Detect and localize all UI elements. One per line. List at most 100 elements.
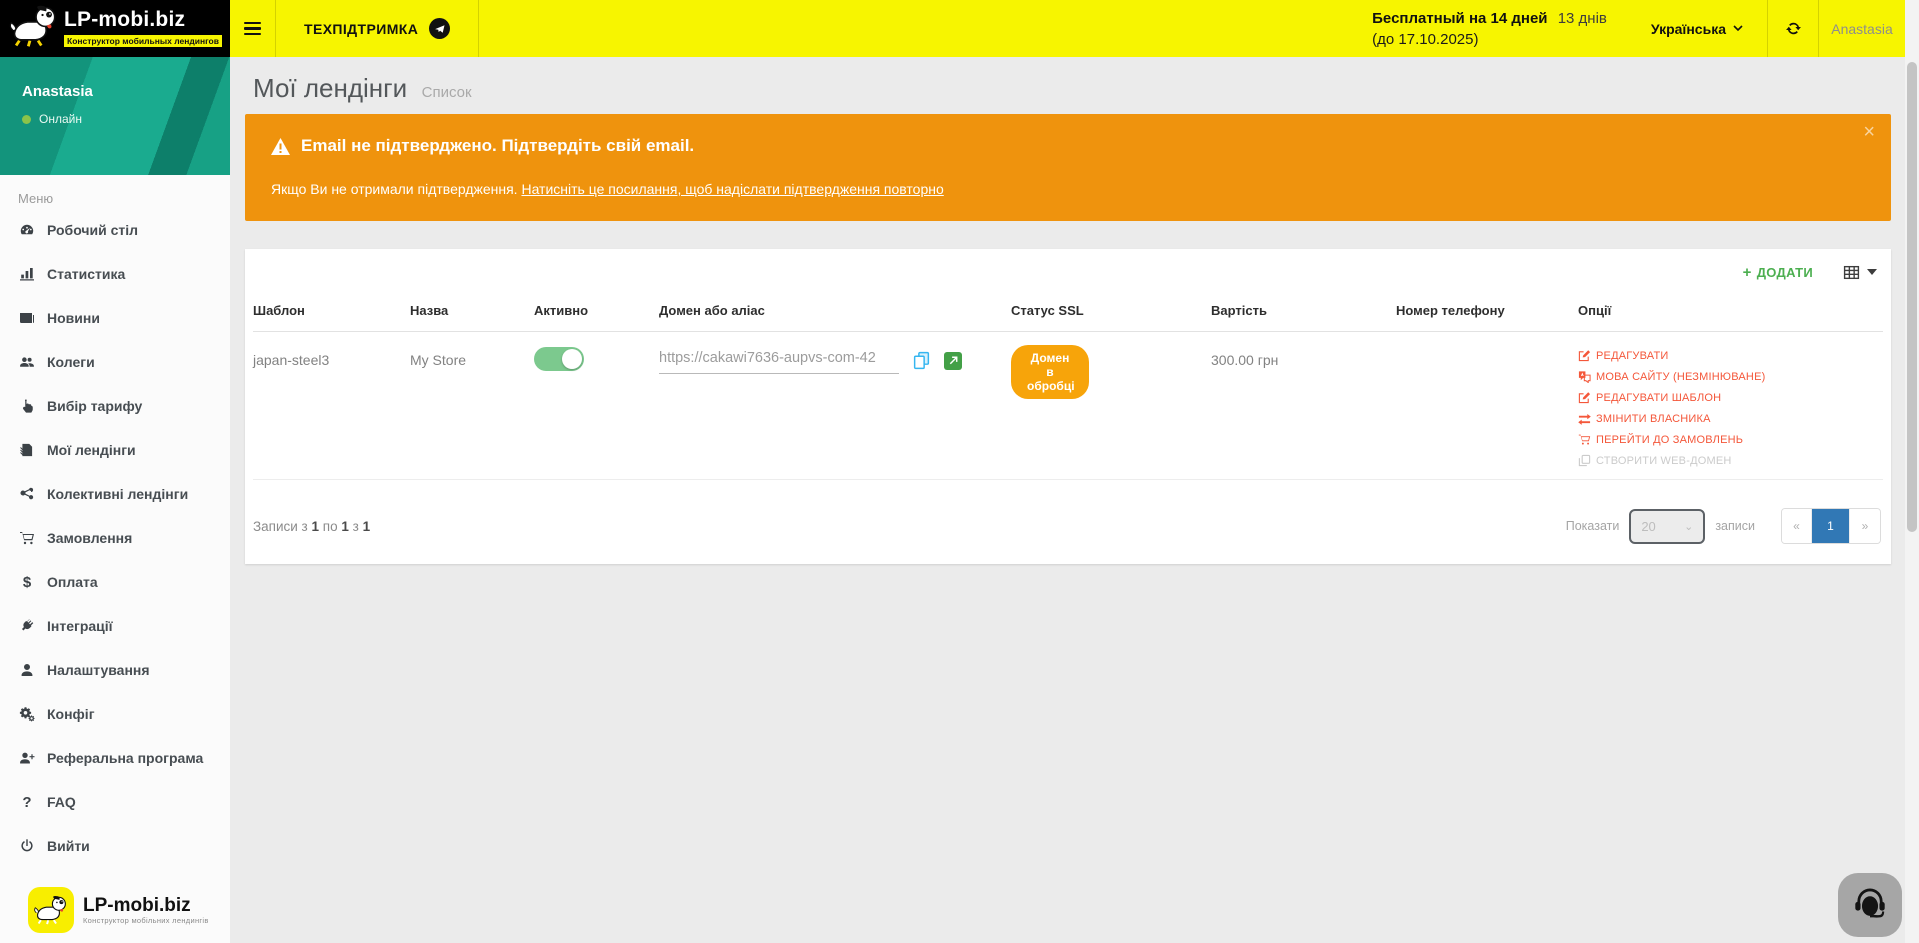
gears-icon xyxy=(18,706,36,722)
option-edit[interactable]: РЕДАГУВАТИ xyxy=(1578,349,1883,362)
column-header[interactable]: Вартість xyxy=(1211,303,1396,318)
sidebar-item-config[interactable]: Конфіг xyxy=(0,692,230,736)
pagination-page-1-button[interactable]: 1 xyxy=(1812,509,1850,543)
active-toggle[interactable] xyxy=(534,347,584,371)
sidebar-footer-logo[interactable]: LP-mobi.biz Конструктор мобільних лендин… xyxy=(28,887,209,933)
columns-dropdown-button[interactable] xyxy=(1843,264,1877,281)
sidebar-item-orders[interactable]: Замовлення xyxy=(0,516,230,560)
support-button[interactable]: ТЕХПІДТРИМКА xyxy=(276,0,479,57)
telegram-icon xyxy=(429,18,450,39)
user-icon xyxy=(18,662,36,678)
sidebar-item-payment[interactable]: $ Оплата xyxy=(0,560,230,604)
grid-icon xyxy=(1843,264,1860,281)
sidebar-item-my-landings[interactable]: Мої лендінги xyxy=(0,428,230,472)
dog-logo-icon xyxy=(28,887,74,933)
sidebar-item-label: Колективні лендінги xyxy=(47,486,188,502)
sidebar-item-integrations[interactable]: Інтеграції xyxy=(0,604,230,648)
sidebar-item-label: Статистика xyxy=(47,266,125,282)
open-external-link-icon[interactable] xyxy=(944,352,962,370)
option-site-language[interactable]: МОВА САЙТУ (НЕЗМІНЮВАНЕ) xyxy=(1578,370,1883,383)
topbar-username[interactable]: Anastasia xyxy=(1819,0,1905,57)
language-icon xyxy=(1578,370,1591,383)
app-logo[interactable]: LP-mobi.biz Конструктор мобильных лендин… xyxy=(0,0,230,57)
column-header[interactable]: Статус SSL xyxy=(1011,303,1211,318)
sidebar-item-faq[interactable]: ? FAQ xyxy=(0,780,230,824)
copy-icon[interactable] xyxy=(912,351,931,370)
trial-days-left: 13 днів xyxy=(1558,10,1607,27)
profile-block: Anastasia Онлайн xyxy=(0,57,230,175)
column-header[interactable]: Активно xyxy=(534,303,659,318)
sidebar-item-label: Вийти xyxy=(47,838,90,854)
chevron-down-icon xyxy=(1867,269,1877,275)
sidebar-item-news[interactable]: Новини xyxy=(0,296,230,340)
warning-icon xyxy=(271,138,290,155)
topbar: LP-mobi.biz Конструктор мобильных лендин… xyxy=(0,0,1905,57)
hamburger-icon xyxy=(244,19,261,39)
sidebar-item-logout[interactable]: Вийти xyxy=(0,824,230,868)
sidebar-item-referral[interactable]: Реферальна програма xyxy=(0,736,230,780)
sidebar-item-label: Оплата xyxy=(47,574,98,590)
cart-icon xyxy=(18,530,36,546)
sidebar-item-tariff[interactable]: Вибір тарифу xyxy=(0,384,230,428)
resend-confirmation-link[interactable]: Натисніть це посилання, щоб надіслати пі… xyxy=(521,181,943,197)
sidebar-item-label: Колеги xyxy=(47,354,95,370)
support-chat-button[interactable] xyxy=(1838,873,1902,937)
language-label: Українська xyxy=(1651,21,1726,37)
column-header[interactable]: Назва xyxy=(410,303,534,318)
online-status-dot xyxy=(22,115,31,124)
refresh-button[interactable] xyxy=(1768,0,1818,57)
page-head: Мої лендінги Список xyxy=(230,57,1905,104)
close-icon[interactable]: × xyxy=(1863,122,1875,142)
option-edit-template[interactable]: РЕДАГУВАТИ ШАБЛОН xyxy=(1578,391,1883,404)
footer-logo-subtitle: Конструктор мобільних лендингів xyxy=(83,916,209,925)
profile-name: Anastasia xyxy=(22,83,230,100)
sidebar-item-label: Новини xyxy=(47,310,100,326)
column-header[interactable]: Опції xyxy=(1578,303,1883,318)
landing-icon xyxy=(18,442,36,458)
cell-domain xyxy=(659,345,1011,374)
logo-title: LP-mobi.biz xyxy=(64,9,222,31)
cell-template: japan-steel3 xyxy=(253,345,410,368)
hamburger-menu-button[interactable] xyxy=(230,0,276,57)
cell-price: 300.00 грн xyxy=(1211,345,1396,368)
page-size-value: 20 xyxy=(1641,519,1655,534)
sidebar-item-label: Налаштування xyxy=(47,662,150,678)
sidebar-item-dashboard[interactable]: Робочий стіл xyxy=(0,208,230,252)
language-selector[interactable]: Українська xyxy=(1627,0,1767,57)
sidebar-item-colleagues[interactable]: Колеги xyxy=(0,340,230,384)
rows-label: записи xyxy=(1715,519,1755,533)
sidebar-item-statistics[interactable]: Статистика xyxy=(0,252,230,296)
dashboard-icon xyxy=(18,222,36,238)
chevron-down-icon xyxy=(1733,25,1743,32)
sidebar-item-label: Реферальна програма xyxy=(47,750,203,766)
colleagues-icon xyxy=(18,354,36,370)
add-landing-button[interactable]: + ДОДАТИ xyxy=(1743,264,1813,281)
show-label: Показати xyxy=(1566,519,1620,533)
sidebar-item-settings[interactable]: Налаштування xyxy=(0,648,230,692)
scrollbar-track[interactable] xyxy=(1905,0,1919,943)
pagination-next-button[interactable]: » xyxy=(1850,509,1880,543)
pagination-prev-button[interactable]: « xyxy=(1782,509,1812,543)
email-warning-banner: × Email не підтверджено. Підтвердіть сві… xyxy=(245,114,1891,221)
page-size-select[interactable]: 20 ⌄ xyxy=(1629,509,1705,544)
edit-icon xyxy=(1578,391,1591,404)
scrollbar-thumb[interactable] xyxy=(1907,62,1917,532)
option-go-to-orders[interactable]: ПЕРЕЙТИ ДО ЗАМОВЛЕНЬ xyxy=(1578,433,1883,446)
app-screen: LP-mobi.biz Конструктор мобильных лендин… xyxy=(0,0,1919,943)
cell-options: РЕДАГУВАТИ МОВА САЙТУ (НЕЗМІНЮВАНЕ) РЕДА… xyxy=(1578,345,1883,467)
main-content: Мої лендінги Список × Email не підтвердж… xyxy=(230,57,1905,943)
clone-icon xyxy=(1578,454,1591,467)
column-header[interactable]: Шаблон xyxy=(253,303,410,318)
online-status-label: Онлайн xyxy=(39,112,82,126)
topbar-main: ТЕХПІДТРИМКА Бесплатный на 14 дней 13 дн… xyxy=(230,0,1905,57)
table-row: japan-steel3 My Store Домен в обробці xyxy=(253,332,1883,480)
column-header[interactable]: Номер телефону xyxy=(1396,303,1578,318)
hand-pointer-icon xyxy=(18,398,36,414)
sidebar-item-label: Замовлення xyxy=(47,530,132,546)
domain-input[interactable] xyxy=(659,347,899,374)
option-change-owner[interactable]: ЗМІНИТИ ВЛАСНИКА xyxy=(1578,412,1883,425)
column-header[interactable]: Домен або аліас xyxy=(659,303,1011,318)
sidebar-item-collective-landings[interactable]: Колективні лендінги xyxy=(0,472,230,516)
headset-icon xyxy=(1849,884,1891,926)
exchange-icon xyxy=(1578,412,1591,425)
